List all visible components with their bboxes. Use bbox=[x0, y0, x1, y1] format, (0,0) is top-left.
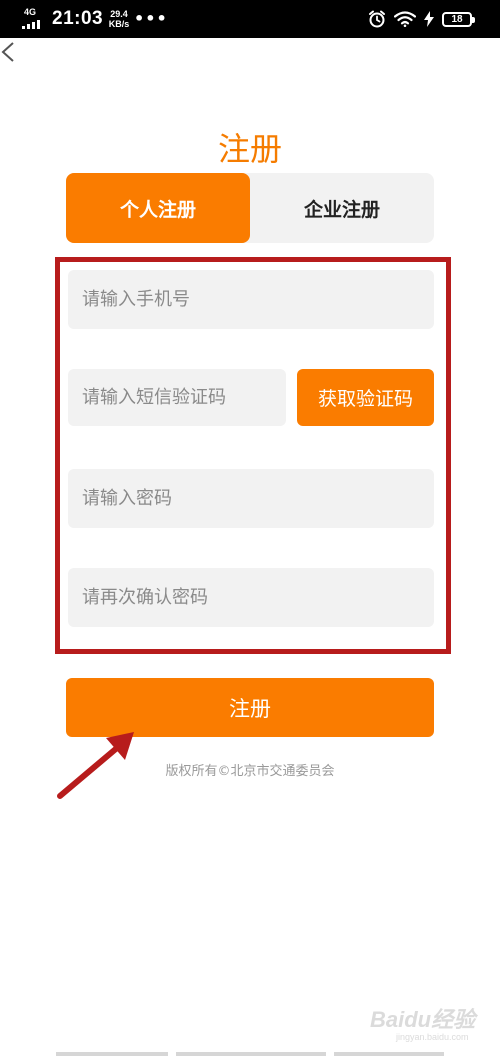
page-title: 注册 bbox=[217, 130, 282, 168]
signal-icon: 4G bbox=[22, 7, 44, 29]
watermark-text: Baidu经验 bbox=[370, 1007, 476, 1032]
watermark-subtext: jingyan.baidu.com bbox=[396, 1032, 469, 1042]
bottom-divider bbox=[334, 1052, 444, 1056]
status-time: 21:03 bbox=[52, 8, 104, 29]
copyright-text: 版权所有©北京市交通委员会 bbox=[165, 764, 335, 779]
network-speed: 29.4 KB/s bbox=[106, 9, 132, 29]
bottom-divider bbox=[56, 1052, 168, 1056]
alarm-icon bbox=[369, 10, 385, 28]
status-bar: 4G 21:03 29.4 KB/s ••• 18 bbox=[0, 0, 500, 38]
register-type-tabs: 个人注册 企业注册 bbox=[66, 173, 434, 243]
tab-personal-register[interactable]: 个人注册 bbox=[66, 173, 250, 243]
password-input[interactable] bbox=[68, 469, 434, 528]
phone-input[interactable] bbox=[68, 270, 434, 329]
sms-code-input[interactable] bbox=[68, 369, 286, 426]
wifi-icon bbox=[394, 11, 416, 27]
network-type: 4G bbox=[24, 7, 37, 17]
charging-icon bbox=[424, 11, 434, 27]
bottom-divider bbox=[176, 1052, 326, 1056]
battery-icon: 18 bbox=[442, 11, 475, 27]
speed-value: 29.4 bbox=[110, 9, 128, 19]
confirm-password-input[interactable] bbox=[68, 568, 434, 627]
back-chevron-icon[interactable] bbox=[0, 38, 26, 66]
tab-enterprise-register[interactable]: 企业注册 bbox=[250, 173, 434, 243]
get-code-button[interactable]: 获取验证码 bbox=[297, 369, 434, 426]
register-page: 4G 21:03 29.4 KB/s ••• 18 注册 个人注册 企业注册 请… bbox=[0, 0, 500, 1057]
more-notifications-icon: ••• bbox=[134, 9, 168, 28]
speed-unit: KB/s bbox=[108, 19, 130, 29]
baidu-watermark-logo: Baidu经验 jingyan.baidu.com bbox=[370, 996, 490, 1046]
